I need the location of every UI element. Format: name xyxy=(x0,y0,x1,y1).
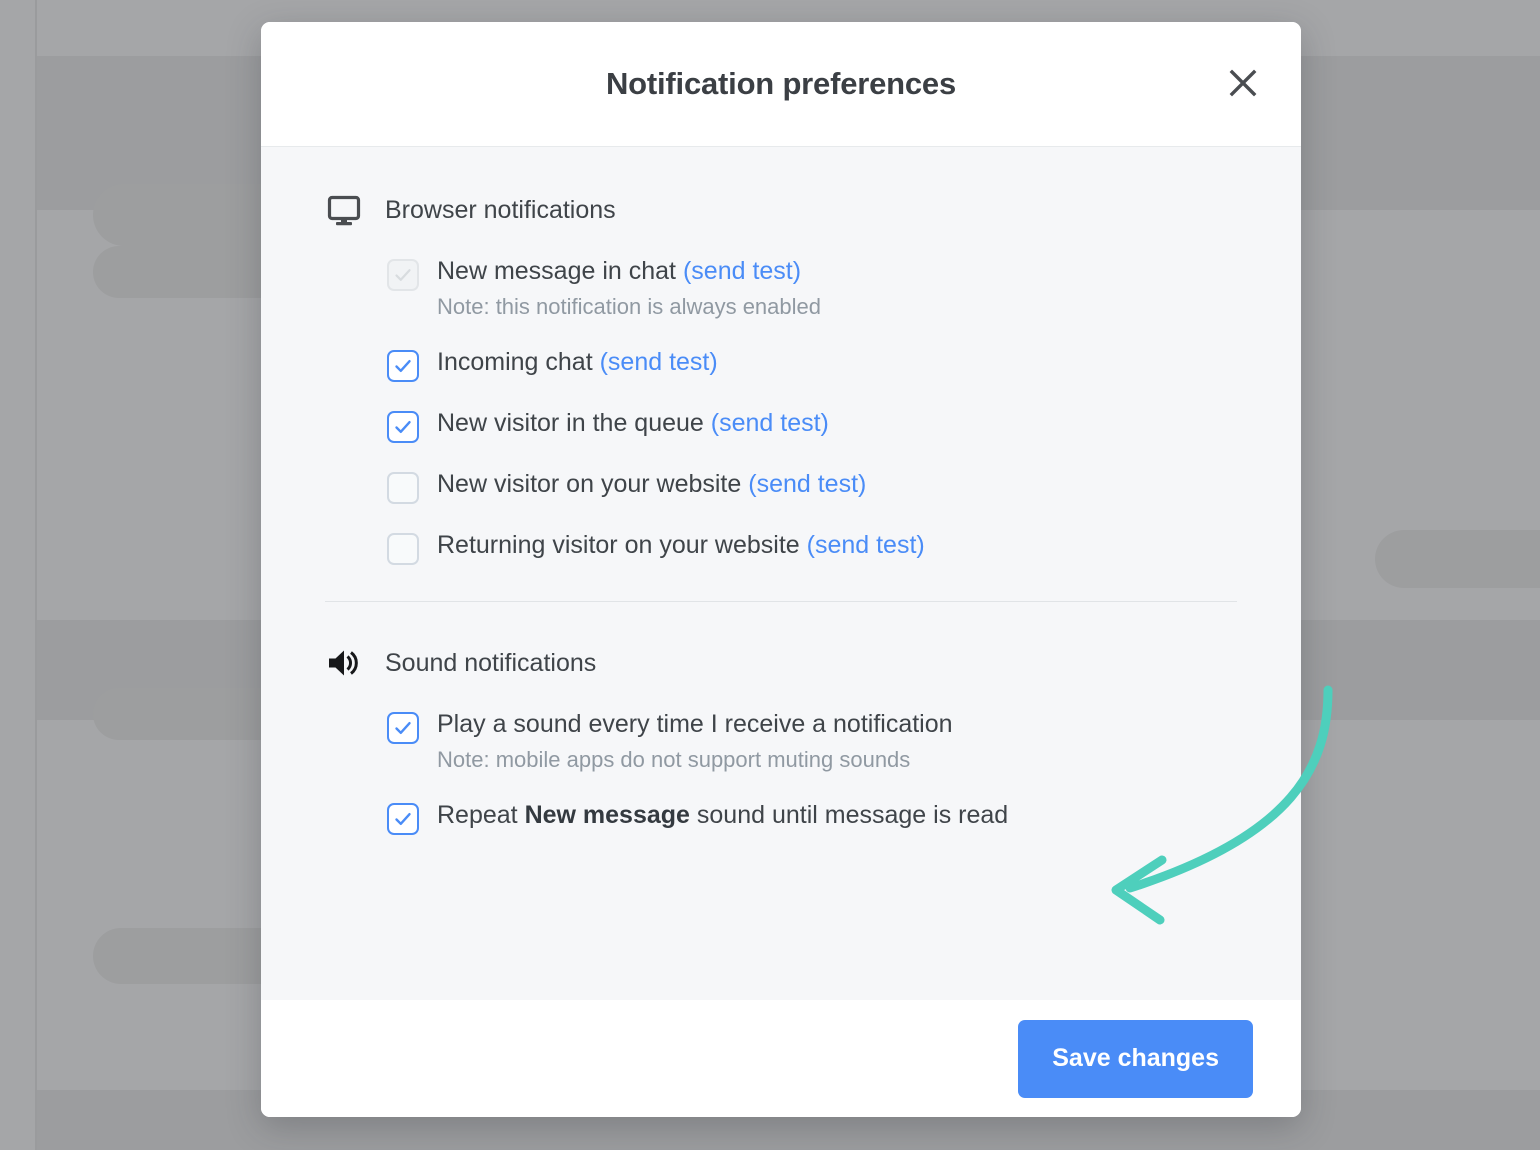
notification-option-text-block: New message in chat (send test) Note: thi… xyxy=(437,255,821,321)
send-test-link[interactable]: (send test) xyxy=(807,531,925,559)
notification-option-row: Play a sound every time I receive a noti… xyxy=(387,708,1237,774)
notification-option-text-block: New visitor in the queue (send test) xyxy=(437,407,829,440)
label-text: New message in chat xyxy=(437,257,677,285)
checkbox-sound-0[interactable] xyxy=(387,712,419,745)
background-sidebar-rail xyxy=(0,0,37,1150)
section-browser-notifications: Browser notifications New message in cha… xyxy=(325,191,1237,566)
checkbox-browser-1[interactable] xyxy=(387,350,419,383)
notification-option-label: Repeat New message sound until message i… xyxy=(437,799,1008,832)
notification-option-row: Incoming chat (send test) xyxy=(387,346,1237,383)
section-header-sound: Sound notifications xyxy=(325,644,1237,682)
send-test-link[interactable]: (send test) xyxy=(683,257,801,285)
close-icon xyxy=(1228,68,1258,101)
notification-option-text-block: Incoming chat (send test) xyxy=(437,346,718,379)
sound-options-list: Play a sound every time I receive a noti… xyxy=(325,708,1237,836)
notification-option-row: Returning visitor on your website (send … xyxy=(387,529,1237,566)
notification-option-row: New message in chat (send test) Note: thi… xyxy=(387,255,1237,321)
notification-option-row: New visitor in the queue (send test) xyxy=(387,407,1237,444)
background-skeleton-pill xyxy=(1375,530,1540,588)
checkbox-browser-2[interactable] xyxy=(387,411,419,444)
section-sound-notifications: Sound notifications Play a sound every t… xyxy=(325,644,1237,836)
dialog-body: Browser notifications New message in cha… xyxy=(261,147,1301,1000)
label-text: Play a sound every time I receive a noti… xyxy=(437,710,953,739)
notification-option-row: Repeat New message sound until message i… xyxy=(387,799,1237,836)
section-header-browser: Browser notifications xyxy=(325,191,1237,229)
close-button[interactable] xyxy=(1221,62,1265,106)
label-text: Repeat xyxy=(437,801,525,830)
notification-option-text-block: Play a sound every time I receive a noti… xyxy=(437,708,953,774)
notification-option-text-block: Repeat New message sound until message i… xyxy=(437,799,1008,832)
checkbox-sound-1[interactable] xyxy=(387,803,419,836)
label-text: sound until message is read xyxy=(689,801,1009,830)
section-title-sound: Sound notifications xyxy=(385,648,597,677)
label-text: New visitor in the queue xyxy=(437,409,704,438)
notification-option-note: Note: mobile apps do not support muting … xyxy=(437,746,911,772)
notification-option-row: New visitor on your website (send test) xyxy=(387,468,1237,505)
checkbox-browser-3[interactable] xyxy=(387,472,419,505)
notification-option-label: Returning visitor on your website (send … xyxy=(437,529,925,562)
notification-option-label: New message in chat (send test) xyxy=(437,255,821,288)
notification-option-label: Play a sound every time I receive a noti… xyxy=(437,708,953,741)
browser-options-list: New message in chat (send test) Note: thi… xyxy=(325,255,1237,566)
notification-option-label: Incoming chat (send test) xyxy=(437,346,718,379)
monitor-icon xyxy=(325,191,363,229)
notification-option-label: New visitor on your website (send test) xyxy=(437,468,866,501)
save-changes-button[interactable]: Save changes xyxy=(1018,1019,1253,1098)
checkbox-browser-4[interactable] xyxy=(387,533,419,566)
screen: Notification preferences Browser notific… xyxy=(0,0,1540,1150)
label-emphasis: New message xyxy=(524,801,690,830)
speaker-icon xyxy=(325,644,363,682)
dialog-header: Notification preferences xyxy=(261,22,1301,147)
label-text: New visitor on your website xyxy=(437,470,742,499)
notification-option-text-block: New visitor on your website (send test) xyxy=(437,468,866,501)
send-test-link[interactable]: (send test) xyxy=(748,470,866,498)
checkbox-browser-0 xyxy=(387,259,419,291)
section-title-browser: Browser notifications xyxy=(385,195,616,224)
label-text: Incoming chat xyxy=(437,348,593,377)
notification-preferences-dialog: Notification preferences Browser notific… xyxy=(261,22,1301,1117)
notification-option-text-block: Returning visitor on your website (send … xyxy=(437,529,925,562)
dialog-footer: Save changes xyxy=(261,1000,1301,1117)
label-text: Returning visitor on your website xyxy=(437,531,800,560)
notification-option-note: Note: this notification is always enable… xyxy=(437,293,821,319)
send-test-link[interactable]: (send test) xyxy=(711,409,829,437)
page-title: Notification preferences xyxy=(605,66,957,101)
notification-option-label: New visitor in the queue (send test) xyxy=(437,407,829,440)
section-divider xyxy=(325,601,1237,603)
send-test-link[interactable]: (send test) xyxy=(600,348,718,376)
